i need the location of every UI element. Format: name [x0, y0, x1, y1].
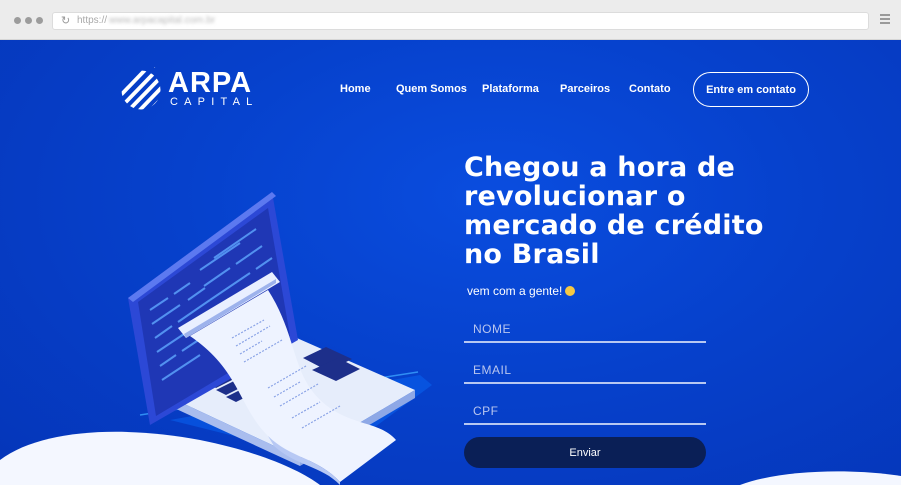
browser-toolbar: ↻ https://www.arpacapital.com.br: [0, 0, 901, 40]
url-prefix: https://: [77, 15, 108, 26]
nav-parceiros[interactable]: Parceiros: [560, 83, 610, 95]
url-text: https://www.arpacapital.com.br: [77, 15, 215, 26]
smile-emoji-icon: [565, 286, 576, 296]
contact-cta-button[interactable]: Entre em contato: [693, 72, 809, 107]
address-bar[interactable]: ↻ https://www.arpacapital.com.br: [52, 12, 869, 30]
laptop-receipt-illustration: [0, 192, 432, 485]
name-field[interactable]: [464, 313, 706, 343]
hero-subtitle: vem com a gente!: [467, 284, 576, 298]
reload-icon[interactable]: ↻: [61, 14, 70, 27]
submit-button[interactable]: Enviar: [464, 437, 706, 468]
nav-home[interactable]: Home: [340, 83, 371, 95]
url-blurred: www.arpacapital.com.br: [109, 15, 216, 26]
hero-subtitle-text: vem com a gente!: [467, 284, 563, 298]
logo[interactable]: ARPA CAPITAL: [121, 66, 252, 116]
logo-tagline: CAPITAL: [170, 96, 259, 108]
landing-page: ARPA CAPITAL Home Quem Somos Plataforma …: [0, 40, 901, 485]
nav-plataforma[interactable]: Plataforma: [482, 83, 539, 95]
decorative-curve: [740, 471, 901, 485]
window-dot-icon: [14, 17, 21, 24]
hero-title: Chegou a hora de revolucionar o mercado …: [464, 152, 764, 270]
logo-stripes-icon: [121, 67, 161, 110]
cpf-field[interactable]: [464, 395, 706, 425]
window-dot-icon: [25, 17, 32, 24]
nav-quem-somos[interactable]: Quem Somos: [396, 83, 467, 95]
window-dot-icon: [36, 17, 43, 24]
nav-contato[interactable]: Contato: [629, 83, 671, 95]
hamburger-menu-icon[interactable]: [880, 14, 890, 25]
email-field[interactable]: [464, 354, 706, 384]
